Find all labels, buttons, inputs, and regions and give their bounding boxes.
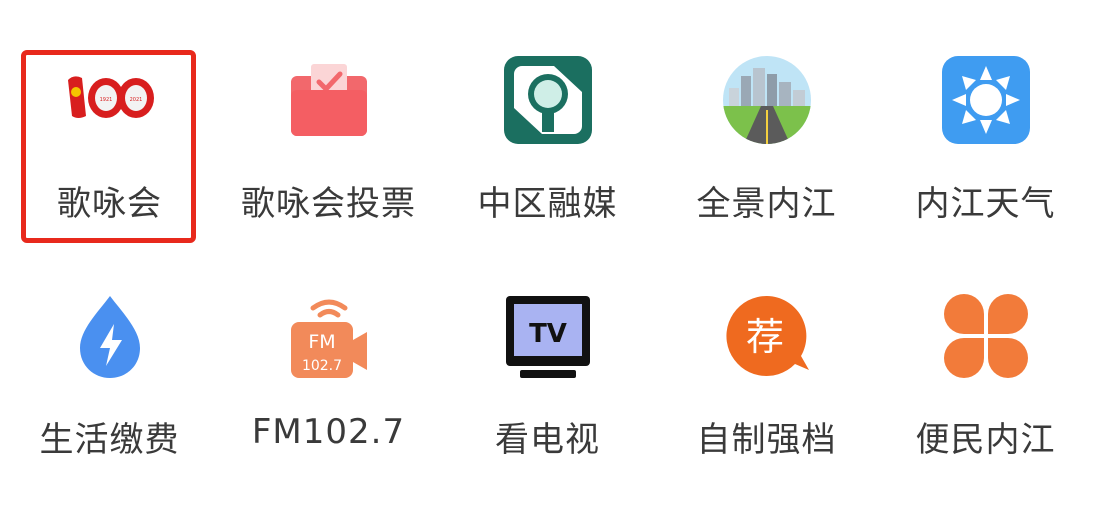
grid-item-utility-payment[interactable]: 生活缴费 [0, 0, 219, 460]
grid-item-fm-radio[interactable]: FM 102.7 FM102.7 [219, 0, 438, 452]
grid-item-label: FM102.7 [251, 412, 406, 452]
grid-item-label: 看电视 [495, 420, 600, 460]
svg-text:FM: FM [308, 331, 335, 353]
tv-icon: TV [502, 290, 594, 382]
svg-text:TV: TV [529, 319, 567, 349]
grid-item-self-made-hits[interactable]: 荐 自制强档 [657, 0, 876, 460]
fm-radio-icon: FM 102.7 [283, 290, 375, 382]
svg-text:102.7: 102.7 [302, 358, 342, 374]
grid-item-convenient-neijiang[interactable]: 便民内江 [876, 0, 1095, 460]
recommend-bubble-icon: 荐 [721, 290, 813, 382]
app-grid: 1921 2021 歌咏会 歌咏会投票 中区融媒 全景内江 内江天气 生活缴费 … [0, 0, 1095, 513]
grid-item-watch-tv[interactable]: TV 看电视 [438, 0, 657, 460]
svg-text:荐: 荐 [746, 315, 784, 359]
grid-item-label: 便民内江 [915, 420, 1056, 460]
clover-services-icon [940, 290, 1032, 382]
grid-item-label: 生活缴费 [39, 420, 180, 460]
grid-item-label: 自制强档 [696, 420, 837, 460]
utility-payment-drop-icon [64, 290, 156, 382]
